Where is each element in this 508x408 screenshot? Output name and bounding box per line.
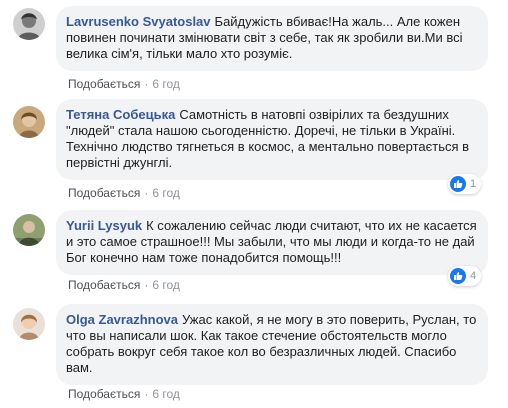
separator-dot: · bbox=[144, 186, 149, 200]
separator-dot: · bbox=[144, 278, 149, 292]
comment-actions: Подобається · 6 год bbox=[68, 76, 180, 92]
like-link[interactable]: Подобається bbox=[68, 77, 140, 91]
thumbs-up-icon bbox=[450, 268, 466, 284]
like-link[interactable]: Подобається bbox=[68, 186, 140, 200]
comment-actions: Подобається · 6 год bbox=[68, 386, 180, 402]
separator-dot: · bbox=[144, 387, 149, 401]
separator-dot: · bbox=[144, 77, 149, 91]
avatar-photo-icon bbox=[13, 214, 45, 246]
reaction-count: 1 bbox=[470, 178, 477, 190]
avatar[interactable] bbox=[13, 214, 45, 246]
comment-timestamp[interactable]: 6 год bbox=[152, 77, 180, 91]
reaction-count-badge[interactable]: 1 bbox=[448, 174, 482, 194]
comment-author[interactable]: Тетяна Собецька bbox=[66, 107, 175, 122]
comment-actions: Подобається · 6 год bbox=[68, 185, 180, 201]
comment-author[interactable]: Yurii Lysyuk bbox=[66, 218, 142, 233]
comment-bubble: Yurii Lysyuk К сожалению сейчас люди счит… bbox=[56, 210, 488, 275]
avatar[interactable] bbox=[13, 106, 45, 138]
reaction-count-badge[interactable]: 4 bbox=[448, 266, 482, 286]
comment-timestamp[interactable]: 6 год bbox=[152, 186, 180, 200]
comment-author[interactable]: Olga Zavrazhnova bbox=[66, 312, 178, 327]
avatar[interactable] bbox=[13, 308, 45, 340]
avatar-photo-icon bbox=[13, 106, 45, 138]
reaction-count: 4 bbox=[470, 270, 477, 282]
comment-timestamp[interactable]: 6 год bbox=[152, 278, 180, 292]
comment-actions: Подобається · 6 год bbox=[68, 277, 180, 293]
like-link[interactable]: Подобається bbox=[68, 278, 140, 292]
comment-bubble: Тетяна Собецька Самотність в натовпі озві… bbox=[56, 99, 488, 180]
avatar-photo-icon bbox=[13, 308, 45, 340]
avatar-photo-icon bbox=[13, 8, 45, 40]
like-link[interactable]: Подобається bbox=[68, 387, 140, 401]
comments-feed: Lavrusenko Svyatoslav Байдужість вбиває!Н… bbox=[0, 0, 508, 408]
comment-bubble: Lavrusenko Svyatoslav Байдужість вбиває!Н… bbox=[56, 6, 488, 71]
comment-timestamp[interactable]: 6 год bbox=[152, 387, 180, 401]
comment-bubble: Olga Zavrazhnova Ужас какой, я не могу в … bbox=[56, 304, 488, 385]
comment-author[interactable]: Lavrusenko Svyatoslav bbox=[66, 14, 211, 29]
thumbs-up-icon bbox=[450, 176, 466, 192]
avatar[interactable] bbox=[13, 8, 45, 40]
